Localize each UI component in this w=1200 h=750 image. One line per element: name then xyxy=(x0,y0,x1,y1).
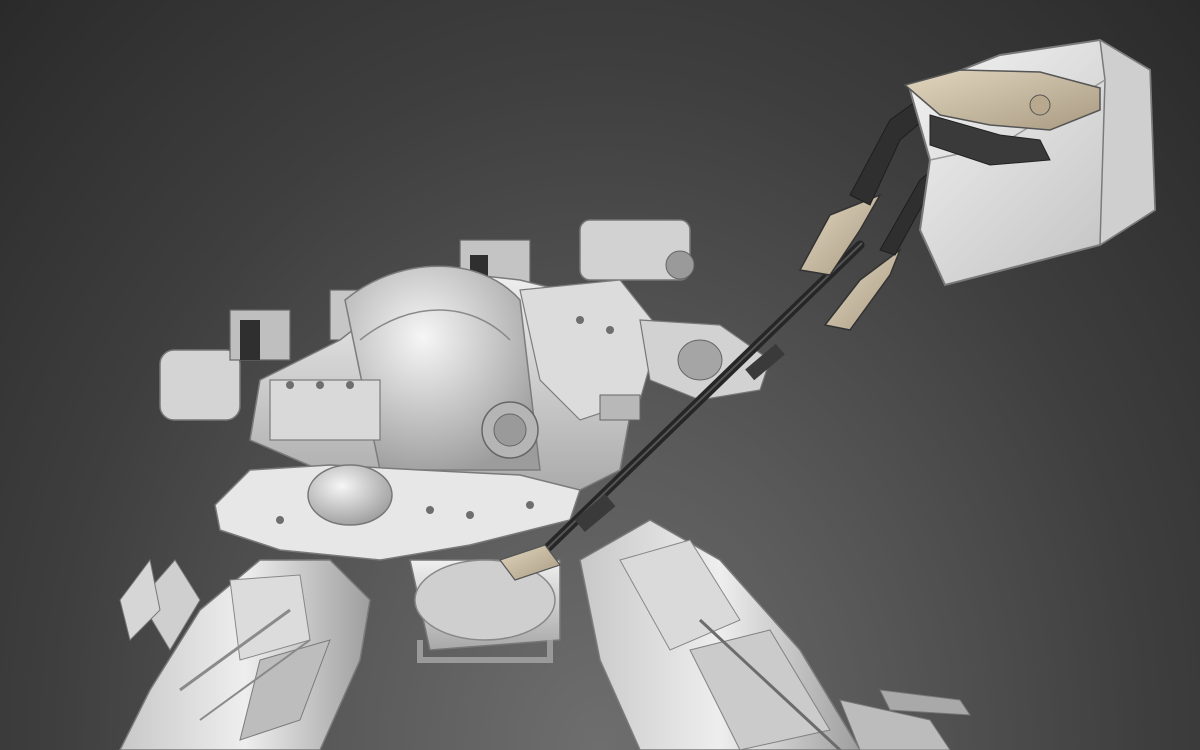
waist-armor xyxy=(214,464,581,561)
hip-unit xyxy=(409,559,561,663)
right-leg xyxy=(579,519,971,750)
mech-render xyxy=(119,38,1157,750)
3d-viewport[interactable] xyxy=(0,0,1200,750)
hammer-head xyxy=(903,38,1157,287)
left-leg xyxy=(119,558,371,750)
torso xyxy=(249,265,661,501)
